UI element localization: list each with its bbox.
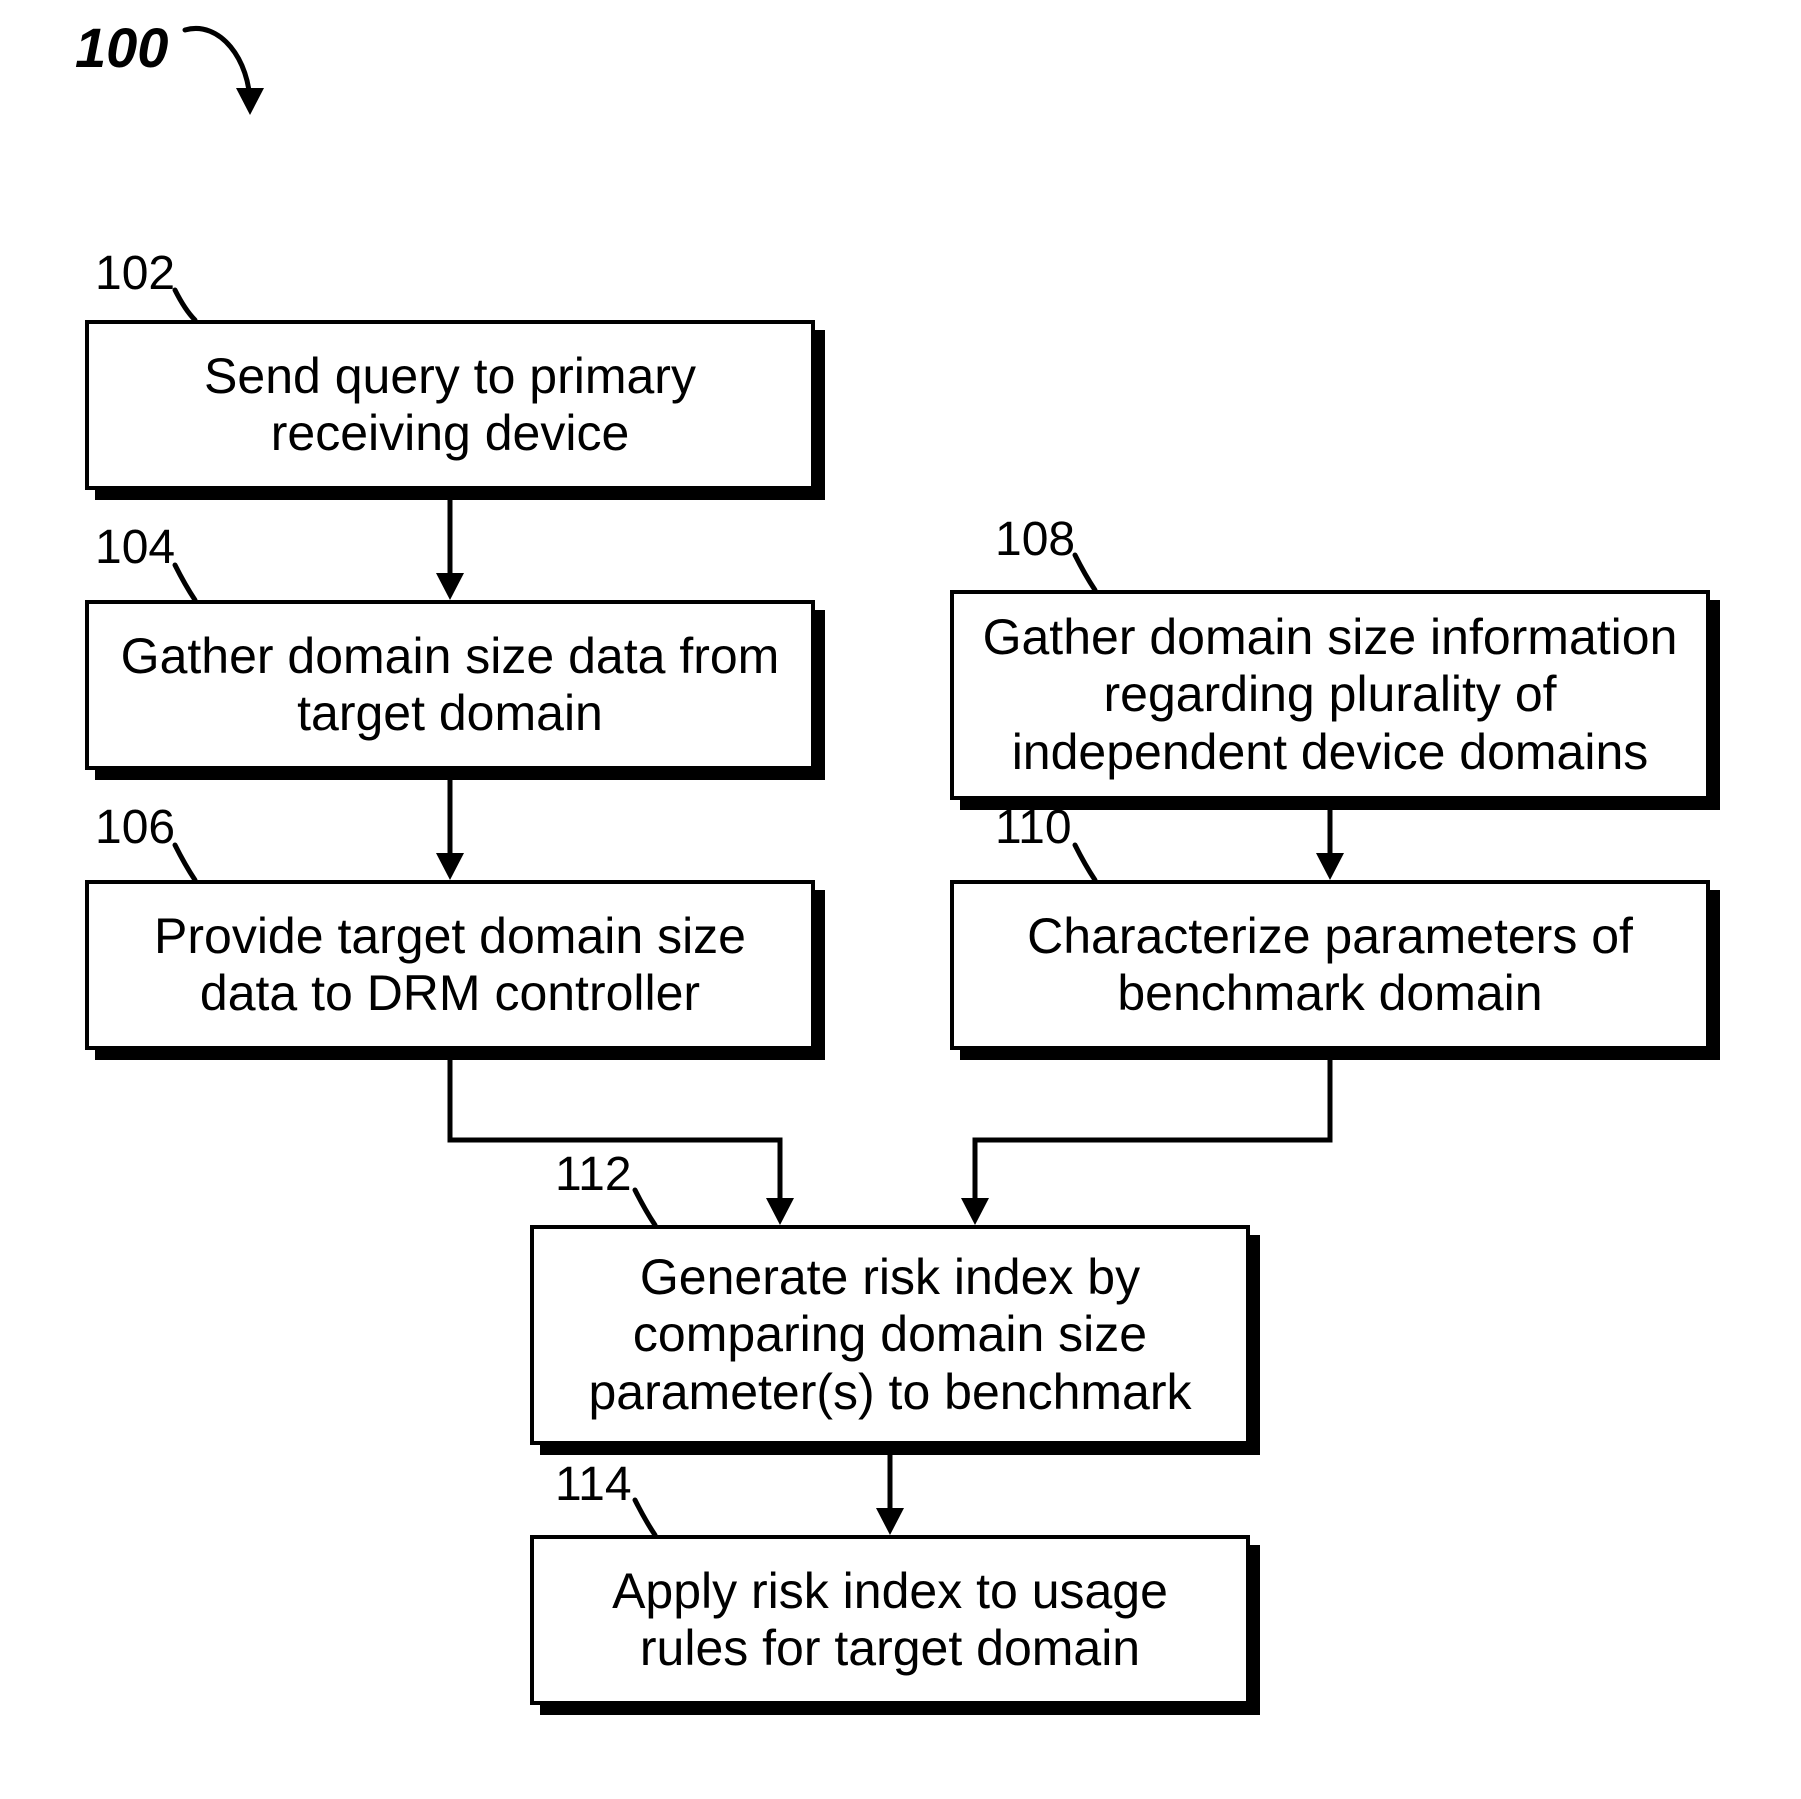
- box-102: Send query to primary receiving device: [85, 320, 815, 490]
- box-108-text: Gather domain size information regarding…: [974, 609, 1686, 782]
- box-110-text: Characterize parameters of benchmark dom…: [974, 908, 1686, 1023]
- box-106: Provide target domain size data to DRM c…: [85, 880, 815, 1050]
- ref-label-104: 104: [95, 520, 175, 575]
- box-108: Gather domain size information regarding…: [950, 590, 1710, 800]
- ref-label-110: 110: [995, 800, 1072, 855]
- ref-label-102: 102: [95, 246, 175, 301]
- box-110: Characterize parameters of benchmark dom…: [950, 880, 1710, 1050]
- box-104: Gather domain size data from target doma…: [85, 600, 815, 770]
- flowchart-canvas: 100 102 Send query to primary receiving …: [0, 0, 1801, 1799]
- box-102-text: Send query to primary receiving device: [109, 348, 791, 463]
- box-112: Generate risk index by comparing domain …: [530, 1225, 1250, 1445]
- ref-label-114: 114: [555, 1457, 632, 1512]
- ref-label-112: 112: [555, 1147, 632, 1202]
- ref-label-108: 108: [995, 512, 1075, 567]
- box-114: Apply risk index to usage rules for targ…: [530, 1535, 1250, 1705]
- box-106-text: Provide target domain size data to DRM c…: [109, 908, 791, 1023]
- box-112-text: Generate risk index by comparing domain …: [554, 1249, 1226, 1422]
- figure-ref-100: 100: [75, 15, 168, 80]
- box-114-text: Apply risk index to usage rules for targ…: [554, 1563, 1226, 1678]
- ref-label-106: 106: [95, 800, 175, 855]
- box-104-text: Gather domain size data from target doma…: [109, 628, 791, 743]
